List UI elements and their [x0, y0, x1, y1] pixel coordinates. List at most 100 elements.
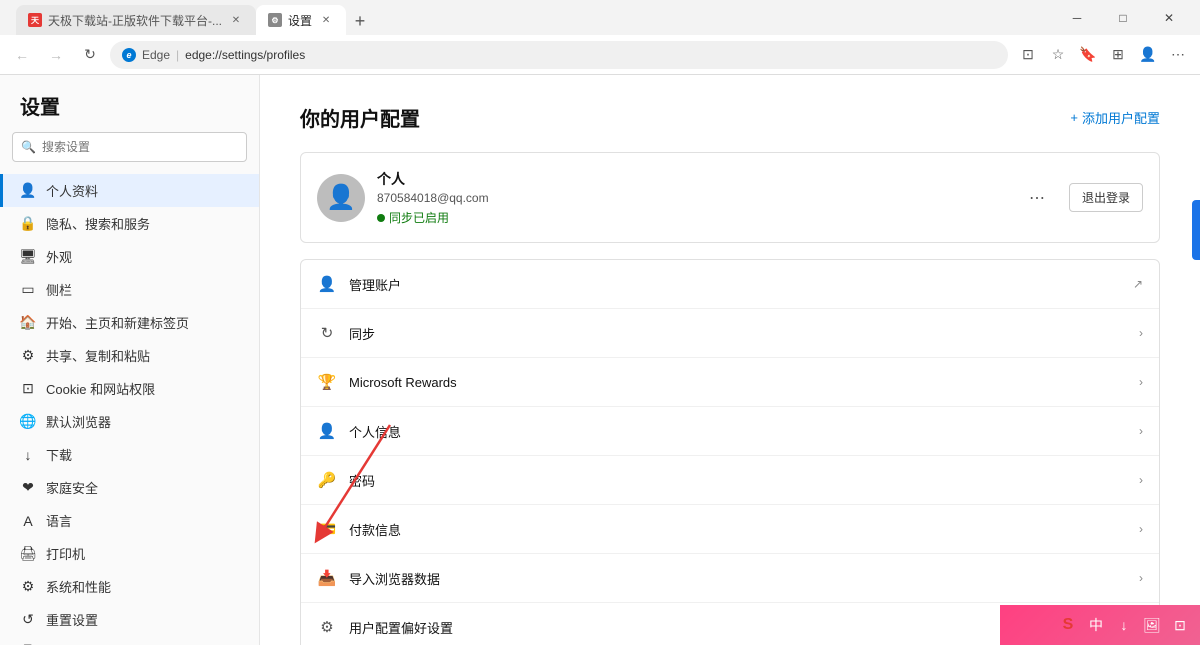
settings-item-personal[interactable]: 👤 个人信息 › [301, 407, 1159, 456]
toolbar-icons: ⊡ ☆ 🔖 ⊞ 👤 ⋯ [1014, 41, 1192, 69]
bottom-taskbar: S 中 ↓ 🖼 ⊡ [1000, 605, 1200, 645]
window-controls: ─ □ ✕ [1054, 0, 1192, 35]
settings-label-sync: 同步 [349, 324, 1127, 343]
sidebar-item-profile[interactable]: 👤 个人资料 [0, 174, 259, 207]
new-tab-button[interactable]: + [346, 7, 374, 35]
settings-list: 👤 管理账户 ↗ ↻ 同步 › 🏆 Microsoft Rewards › 👤 … [300, 259, 1160, 645]
collections-button[interactable]: 🔖 [1074, 41, 1102, 69]
sidebar-item-cookies[interactable]: ⊡ Cookie 和网站权限 [0, 372, 259, 405]
settings-label-manage: 管理账户 [349, 275, 1121, 294]
sync-status: 同步已启用 [389, 209, 449, 226]
sidebar-item-startup[interactable]: 🏠 开始、主页和新建标签页 [0, 306, 259, 339]
settings-item-sync[interactable]: ↻ 同步 › [301, 309, 1159, 358]
sidebar-item-privacy[interactable]: 🔒 隐私、搜索和服务 [0, 207, 259, 240]
rewards-icon: 🏆 [317, 372, 337, 392]
maximize-button[interactable]: □ [1100, 0, 1146, 35]
sidebar-item-system[interactable]: ⚙ 系统和性能 [0, 570, 259, 603]
taskbar-icon-2: 中 [1084, 613, 1108, 637]
sidebar-item-share[interactable]: ⚙ 共享、复制和粘贴 [0, 339, 259, 372]
preferences-icon: ⚙ [317, 617, 337, 637]
tab1-close[interactable]: ✕ [228, 12, 244, 28]
edge-icon: e [122, 48, 136, 62]
sidebar-label-share: 共享、复制和粘贴 [46, 346, 150, 365]
sidebar-item-download[interactable]: ↓ 下载 [0, 438, 259, 471]
settings-item-import[interactable]: 📥 导入浏览器数据 › [301, 554, 1159, 603]
sidebar-item-sidebar[interactable]: ▭ 侧栏 [0, 273, 259, 306]
taskbar-icon-1: S [1056, 613, 1080, 637]
profile-card: 👤 个人 870584018@qq.com 同步已启用 ⋯ 退出登录 [300, 152, 1160, 243]
add-profile-button[interactable]: + 添加用户配置 [1070, 108, 1160, 127]
settings-item-rewards[interactable]: 🏆 Microsoft Rewards › [301, 358, 1159, 407]
profile-info: 个人 870584018@qq.com 同步已启用 [377, 169, 1013, 226]
minimize-button[interactable]: ─ [1054, 0, 1100, 35]
sidebar-label-startup: 开始、主页和新建标签页 [46, 313, 189, 332]
default-browser-icon: 🌐 [20, 414, 36, 430]
content-header: 你的用户配置 + 添加用户配置 [300, 103, 1160, 132]
cookies-icon: ⊡ [20, 381, 36, 397]
settings-item-payment[interactable]: 💳 付款信息 › [301, 505, 1159, 554]
avatar: 👤 [317, 174, 365, 222]
address-box[interactable]: e Edge | edge://settings/profiles [110, 41, 1008, 69]
tabs-area: 天 天极下载站-正版软件下载平台-... ✕ ⚙ 设置 ✕ + [16, 0, 1050, 35]
sidebar-label-reset: 重置设置 [46, 610, 98, 629]
sidebar-label-cookies: Cookie 和网站权限 [46, 379, 155, 398]
sidebar-item-default[interactable]: 🌐 默认浏览器 [0, 405, 259, 438]
startup-icon: 🏠 [20, 315, 36, 331]
manage-account-icon: 👤 [317, 274, 337, 294]
sidebar-label-family: 家庭安全 [46, 478, 98, 497]
sidebar-item-mobile[interactable]: 📱 手机和其他设备 [0, 636, 259, 645]
sidebar-label-download: 下载 [46, 445, 72, 464]
settings-label-personal: 个人信息 [349, 422, 1127, 441]
sidebar-item-printer[interactable]: 🖨 打印机 [0, 537, 259, 570]
taskbar-icon-5: ⊡ [1168, 613, 1192, 637]
profile-more-button[interactable]: ⋯ [1025, 184, 1049, 212]
settings-label-rewards: Microsoft Rewards [349, 375, 1127, 390]
tab1-favicon: 天 [28, 13, 42, 27]
account-button[interactable]: 👤 [1134, 41, 1162, 69]
tab2-favicon: ⚙ [268, 13, 282, 27]
scroll-indicator [1192, 200, 1200, 260]
add-icon: + [1070, 110, 1078, 125]
search-icon: 🔍 [21, 140, 36, 154]
sidebar-label-language: 语言 [46, 511, 72, 530]
address-text: edge://settings/profiles [185, 48, 305, 62]
favorites-button[interactable]: ☆ [1044, 41, 1072, 69]
password-icon: 🔑 [317, 470, 337, 490]
tab-1[interactable]: 天 天极下载站-正版软件下载平台-... ✕ [16, 5, 256, 35]
settings-label-password: 密码 [349, 471, 1127, 490]
search-input[interactable] [42, 140, 238, 154]
refresh-button[interactable]: ↻ [76, 41, 104, 69]
sidebar-icon: ▭ [20, 282, 36, 298]
sidebar-item-appearance[interactable]: 🖥 外观 [0, 240, 259, 273]
close-button[interactable]: ✕ [1146, 0, 1192, 35]
sidebar-label-printer: 打印机 [46, 544, 85, 563]
profile-sync: 同步已启用 [377, 209, 1013, 226]
chevron-right-icon-import: › [1139, 571, 1143, 585]
logout-button[interactable]: 退出登录 [1069, 183, 1143, 212]
search-box[interactable]: 🔍 [12, 132, 247, 162]
download-icon: ↓ [20, 447, 36, 463]
settings-item-password[interactable]: 🔑 密码 › [301, 456, 1159, 505]
main-layout: 设置 🔍 👤 个人资料 🔒 隐私、搜索和服务 🖥 外观 ▭ 侧栏 🏠 开始、主页… [0, 75, 1200, 645]
sidebar-item-reset[interactable]: ↺ 重置设置 [0, 603, 259, 636]
sidebar-item-family[interactable]: ❤ 家庭安全 [0, 471, 259, 504]
sidebar-label-system: 系统和性能 [46, 577, 111, 596]
tab-settings[interactable]: ⚙ 设置 ✕ [256, 5, 346, 35]
split-screen-button[interactable]: ⊡ [1014, 41, 1042, 69]
sidebar-label-sidebar: 侧栏 [46, 280, 72, 299]
chevron-right-icon-personal: › [1139, 424, 1143, 438]
forward-button[interactable]: → [42, 41, 70, 69]
profile-icon: 👤 [20, 183, 36, 199]
browser-essentials-button[interactable]: ⊞ [1104, 41, 1132, 69]
back-button[interactable]: ← [8, 41, 36, 69]
settings-item-manage[interactable]: 👤 管理账户 ↗ [301, 260, 1159, 309]
tab2-close[interactable]: ✕ [318, 12, 334, 28]
sidebar-title: 设置 [0, 91, 259, 132]
taskbar-icon-4: 🖼 [1140, 613, 1164, 637]
settings-more-button[interactable]: ⋯ [1164, 41, 1192, 69]
page-title: 你的用户配置 [300, 103, 420, 132]
sidebar-item-language[interactable]: A 语言 [0, 504, 259, 537]
payment-icon: 💳 [317, 519, 337, 539]
system-icon: ⚙ [20, 579, 36, 595]
sidebar-label-profile: 个人资料 [46, 181, 98, 200]
